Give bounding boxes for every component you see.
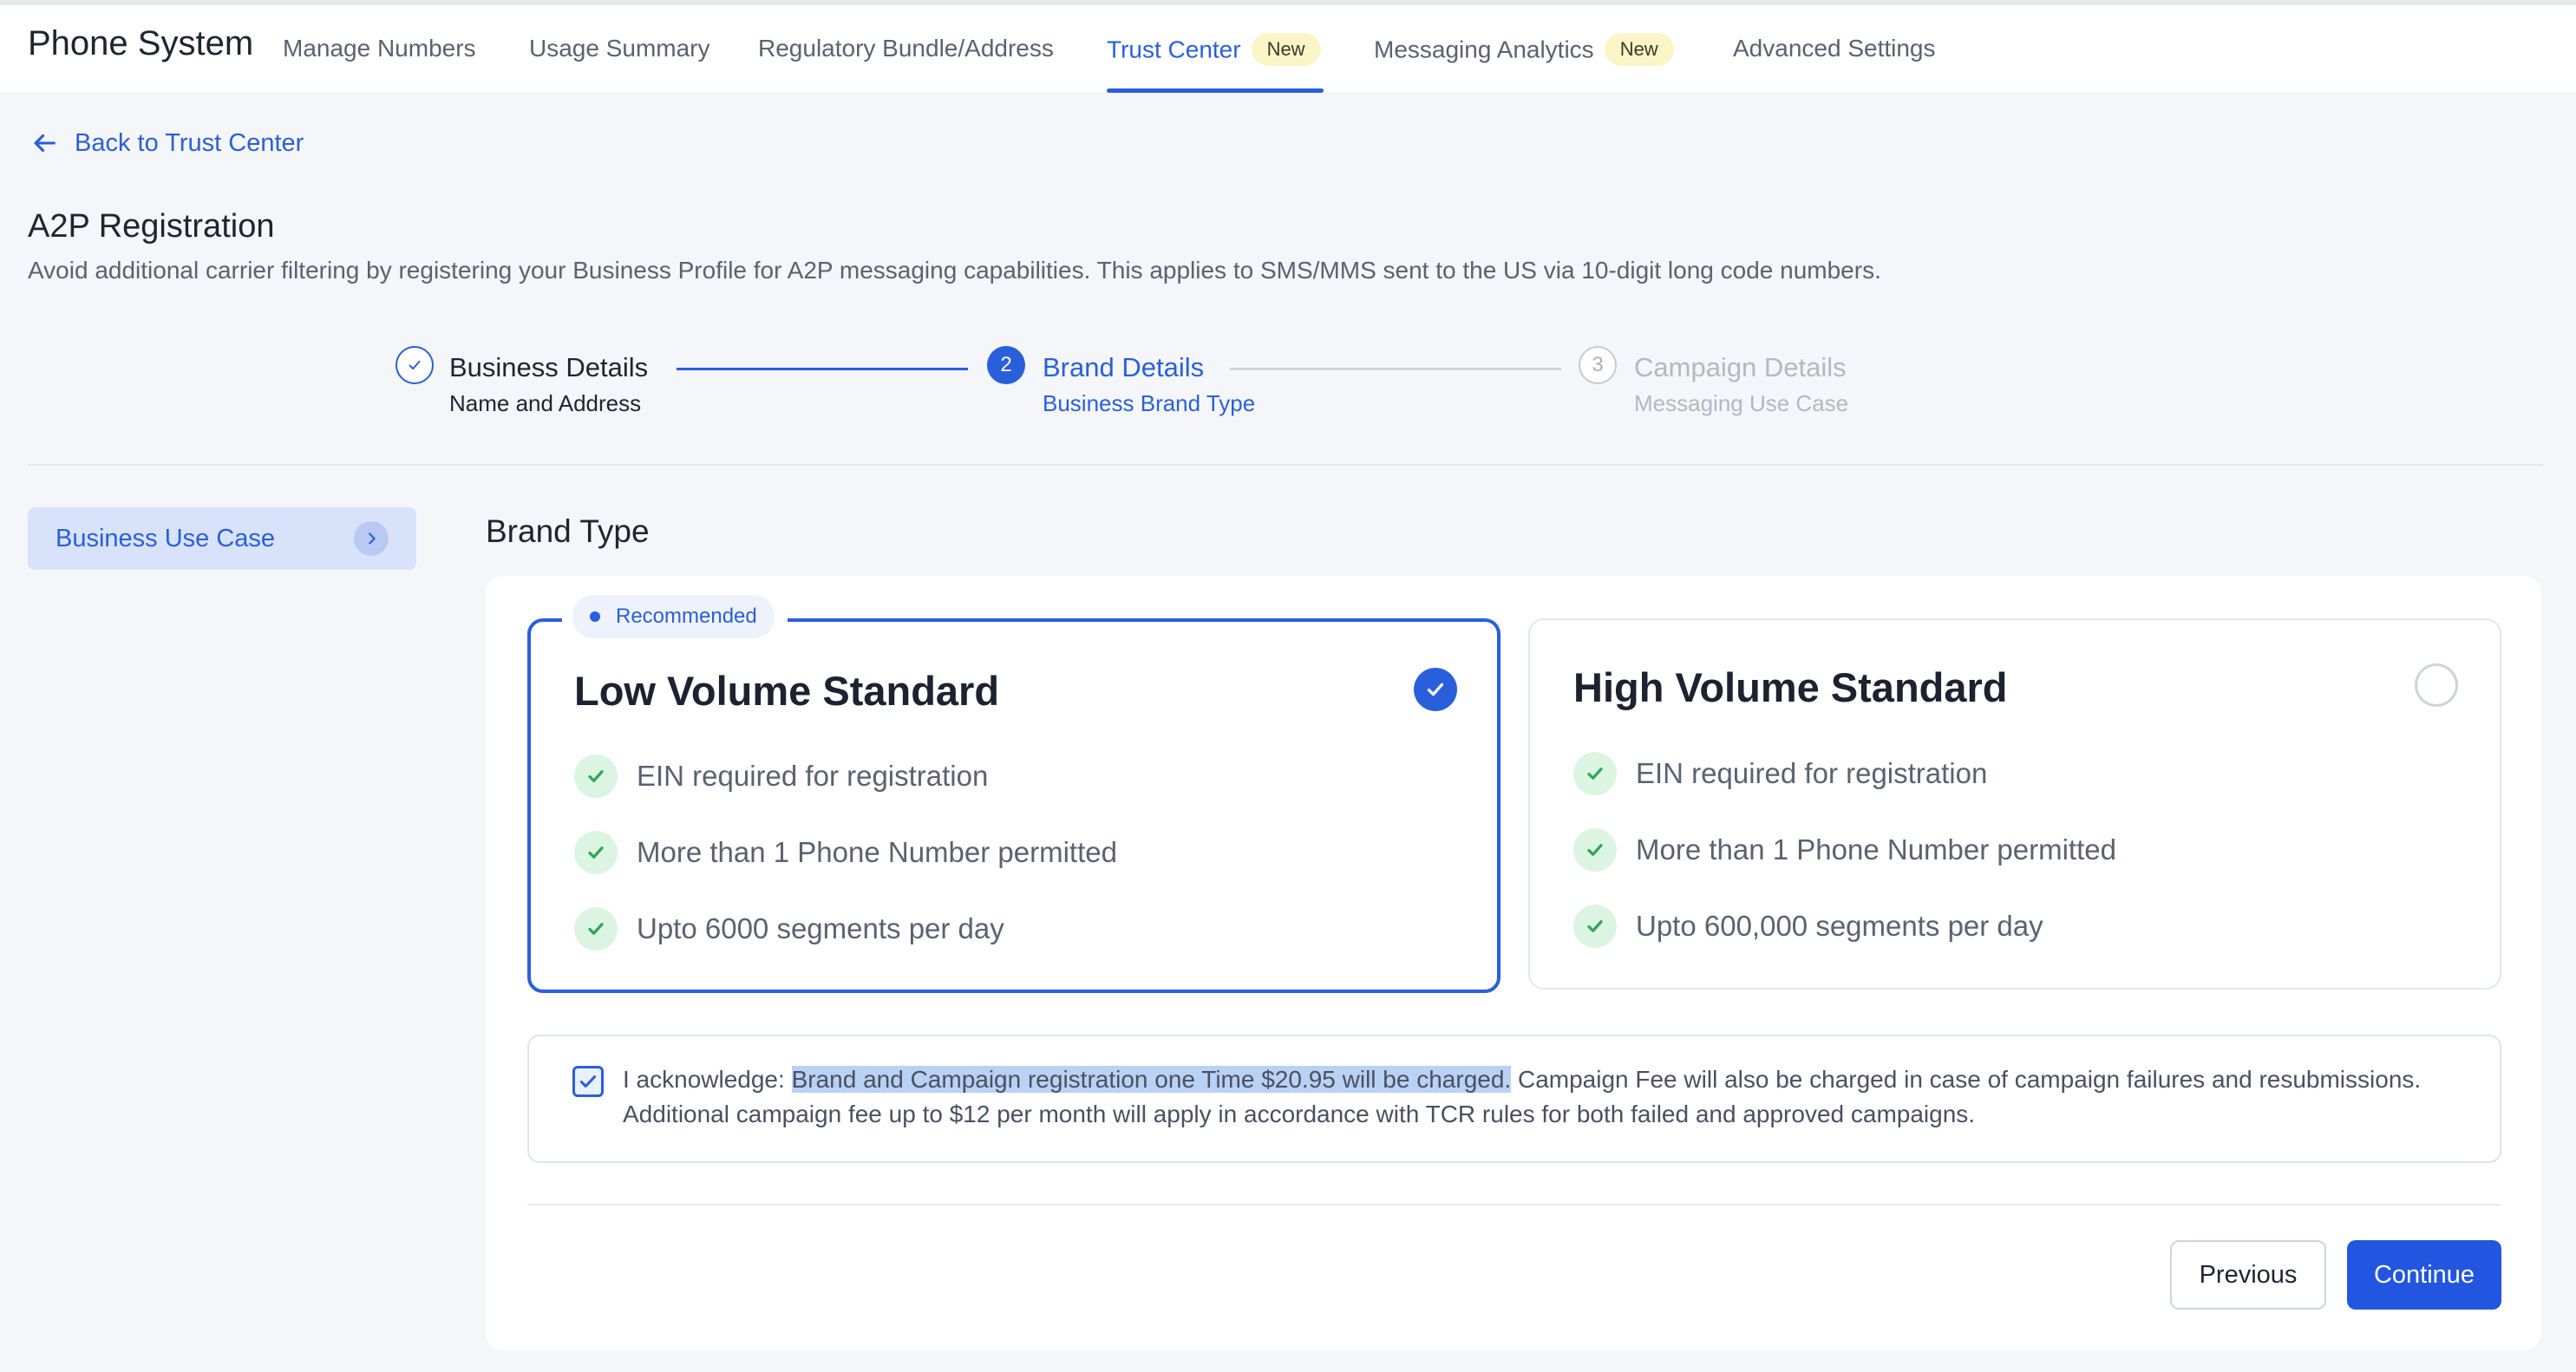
tab-advanced-settings[interactable]: Advanced Settings: [1733, 35, 1936, 62]
green-check-icon: [1573, 752, 1617, 795]
step-connector: [1230, 368, 1561, 370]
feature-text: More than 1 Phone Number permitted: [1636, 833, 2116, 866]
sidebar-item-business-use-case[interactable]: Business Use Case: [28, 507, 416, 570]
tab-messaging-analytics[interactable]: Messaging Analytics New: [1374, 33, 1674, 68]
tab-trust-center[interactable]: Trust Center New: [1107, 33, 1321, 68]
feature-text: Upto 600,000 segments per day: [1636, 910, 2043, 942]
ack-highlighted-text: Brand and Campaign registration one Time…: [791, 1066, 1512, 1093]
step-2-number: 2: [987, 346, 1025, 384]
sidebar-item-label: Business Use Case: [56, 524, 276, 552]
page-description: Avoid additional carrier filtering by re…: [28, 257, 1881, 284]
tab-label: Messaging Analytics: [1374, 36, 1594, 63]
recommended-label: Recommended: [616, 604, 757, 628]
brand-option-title: Low Volume Standard: [574, 668, 1000, 714]
step-connector: [677, 368, 968, 370]
tab-regulatory-bundle[interactable]: Regulatory Bundle/Address: [758, 35, 1054, 62]
tab-label: Manage Numbers: [283, 35, 476, 62]
feature-item: Upto 600,000 segments per day: [1573, 905, 2043, 948]
active-tab-indicator: [1107, 88, 1324, 93]
brand-option-title: High Volume Standard: [1573, 664, 2008, 710]
acknowledge-checkbox[interactable]: [572, 1066, 604, 1097]
step-1-completed-icon: [396, 346, 434, 384]
brand-option-high-volume-card[interactable]: High Volume Standard EIN required for re…: [1528, 618, 2501, 990]
recommended-tag: Recommended: [572, 595, 775, 638]
checkbox-check-icon: [579, 1075, 597, 1088]
feature-item: More than 1 Phone Number permitted: [574, 831, 1117, 874]
selected-check-icon[interactable]: [1414, 668, 1457, 711]
ack-prefix: I acknowledge:: [623, 1066, 792, 1093]
feature-text: Upto 6000 segments per day: [637, 912, 1004, 944]
feature-text: EIN required for registration: [637, 760, 989, 792]
brand-type-heading: Brand Type: [486, 513, 650, 549]
tab-label: Trust Center: [1107, 36, 1241, 63]
step-2-subtitle: Business Brand Type: [1043, 390, 1256, 416]
continue-button[interactable]: Continue: [2347, 1240, 2501, 1310]
acknowledgement-text: I acknowledge: Brand and Campaign regist…: [623, 1062, 2462, 1132]
green-check-icon: [574, 755, 618, 798]
back-link-label: Back to Trust Center: [75, 128, 304, 157]
green-check-icon: [574, 831, 618, 874]
tab-label: Advanced Settings: [1733, 35, 1936, 62]
green-check-icon: [1573, 905, 1617, 948]
step-1-title: Business Details: [449, 352, 649, 382]
tab-usage-summary[interactable]: Usage Summary: [529, 35, 710, 62]
acknowledgement-box: I acknowledge: Brand and Campaign regist…: [527, 1035, 2501, 1163]
app-title: Phone System: [28, 24, 254, 62]
step-1-subtitle: Name and Address: [449, 390, 642, 416]
section-divider: [28, 464, 2543, 466]
feature-text: More than 1 Phone Number permitted: [637, 836, 1117, 868]
feature-item: More than 1 Phone Number permitted: [1573, 828, 2116, 872]
feature-item: EIN required for registration: [1573, 752, 1987, 795]
dot-icon: [590, 611, 600, 622]
new-badge: New: [1604, 33, 1674, 66]
new-badge: New: [1251, 33, 1321, 66]
green-check-icon: [1573, 828, 1617, 872]
page-title: A2P Registration: [28, 208, 275, 245]
step-3-subtitle: Messaging Use Case: [1634, 390, 1849, 416]
tab-label: Usage Summary: [529, 35, 710, 62]
brand-option-low-volume-card[interactable]: Low Volume Standard EIN required for reg…: [527, 618, 1500, 993]
tab-label: Regulatory Bundle/Address: [758, 35, 1054, 62]
tab-manage-numbers[interactable]: Manage Numbers: [283, 35, 476, 62]
footer-divider: [527, 1204, 2501, 1205]
feature-item: Upto 6000 segments per day: [574, 907, 1004, 951]
chevron-right-icon: [354, 521, 389, 556]
feature-text: EIN required for registration: [1636, 757, 1988, 789]
feature-item: EIN required for registration: [574, 755, 988, 798]
back-to-trust-center-link[interactable]: Back to Trust Center: [29, 128, 304, 158]
arrow-left-icon: [34, 134, 56, 153]
step-3-title: Campaign Details: [1634, 352, 1847, 382]
previous-button[interactable]: Previous: [2170, 1240, 2326, 1310]
step-2-title: Brand Details: [1043, 352, 1205, 382]
top-navigation-bar: Phone System Manage Numbers Usage Summar…: [0, 5, 2576, 93]
step-3-number: 3: [1579, 346, 1617, 384]
radio-button[interactable]: [2415, 663, 2458, 707]
green-check-icon: [574, 907, 618, 951]
